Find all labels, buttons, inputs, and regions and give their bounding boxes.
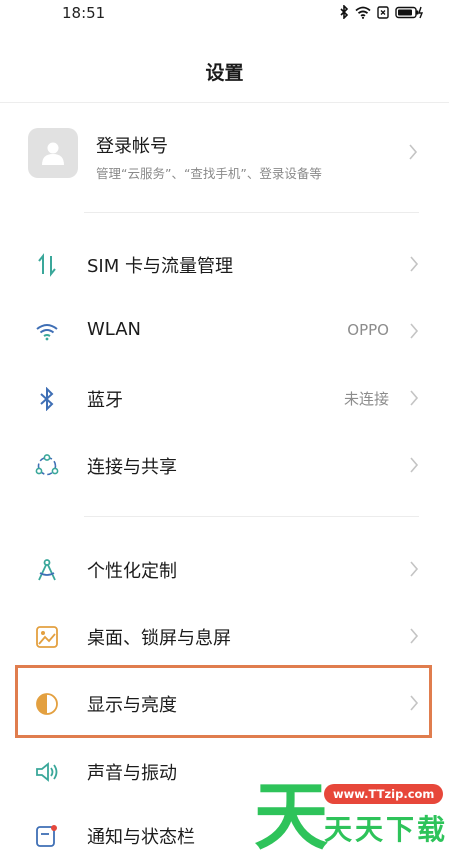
battery-status-icon (395, 6, 424, 18)
settings-row-wallpaper[interactable]: 桌面、锁屏与息屏 (0, 604, 449, 668)
row-label: 蓝牙 (87, 390, 123, 411)
status-icons (339, 5, 425, 19)
account-subtitle: 管理“云服务”、“查找手机”、登录设备等 (96, 166, 322, 181)
bluetooth-icon (34, 386, 60, 412)
wifi-status-icon (355, 6, 371, 19)
chevron-right-icon (410, 390, 419, 406)
chevron-right-icon (409, 144, 418, 160)
page-title: 设置 (205, 62, 244, 84)
chevron-right-icon (410, 457, 419, 473)
speaker-icon (34, 759, 60, 785)
row-label: 声音与振动 (87, 763, 177, 784)
row-label: 桌面、锁屏与息屏 (87, 628, 231, 649)
bluetooth-status-icon (340, 5, 349, 19)
chevron-right-icon (410, 561, 419, 577)
settings-row-personalize[interactable]: 个性化定制 (0, 537, 449, 601)
chevron-right-icon (410, 628, 419, 644)
group-divider (84, 516, 419, 517)
row-label: 通知与状态栏 (87, 827, 195, 848)
row-value: 未连接 (343, 390, 389, 408)
row-value: OPPO (347, 321, 389, 339)
settings-row-connection[interactable]: 连接与共享 (0, 433, 449, 497)
account-title: 登录帐号 (96, 136, 168, 157)
status-time: 18:51 (62, 4, 106, 22)
wallpaper-icon (34, 624, 60, 650)
user-icon (42, 142, 64, 165)
highlight-box (15, 665, 432, 738)
row-label: SIM 卡与流量管理 (87, 256, 233, 277)
chevron-right-icon (410, 256, 419, 272)
connection-share-icon (34, 453, 60, 479)
settings-row-sim[interactable]: SIM 卡与流量管理 (0, 232, 449, 296)
no-sim-status-icon (377, 5, 389, 19)
title-divider (0, 102, 449, 103)
login-account-row[interactable]: 登录帐号 管理“云服务”、“查找手机”、登录设备等 (28, 124, 428, 182)
notification-icon (34, 823, 60, 849)
status-bar: 18:51 (0, 0, 449, 28)
compass-icon (34, 557, 60, 583)
row-label: 个性化定制 (87, 561, 177, 582)
watermark-big-char: 天 (254, 774, 328, 860)
chevron-right-icon (410, 323, 419, 339)
watermark-text: 天天下载 (324, 813, 449, 846)
watermark-logo: 天 www.TTzip.com 天天下载 (254, 774, 445, 860)
watermark-url: www.TTzip.com (324, 784, 444, 804)
row-label: WLAN (87, 319, 142, 340)
sim-data-icon (34, 252, 60, 278)
group-divider (84, 212, 419, 213)
avatar (28, 128, 78, 178)
wifi-icon (34, 319, 60, 345)
row-label: 连接与共享 (87, 457, 177, 478)
settings-row-bluetooth[interactable]: 蓝牙 未连接 (0, 366, 449, 430)
settings-row-wlan[interactable]: WLAN OPPO (0, 299, 449, 363)
